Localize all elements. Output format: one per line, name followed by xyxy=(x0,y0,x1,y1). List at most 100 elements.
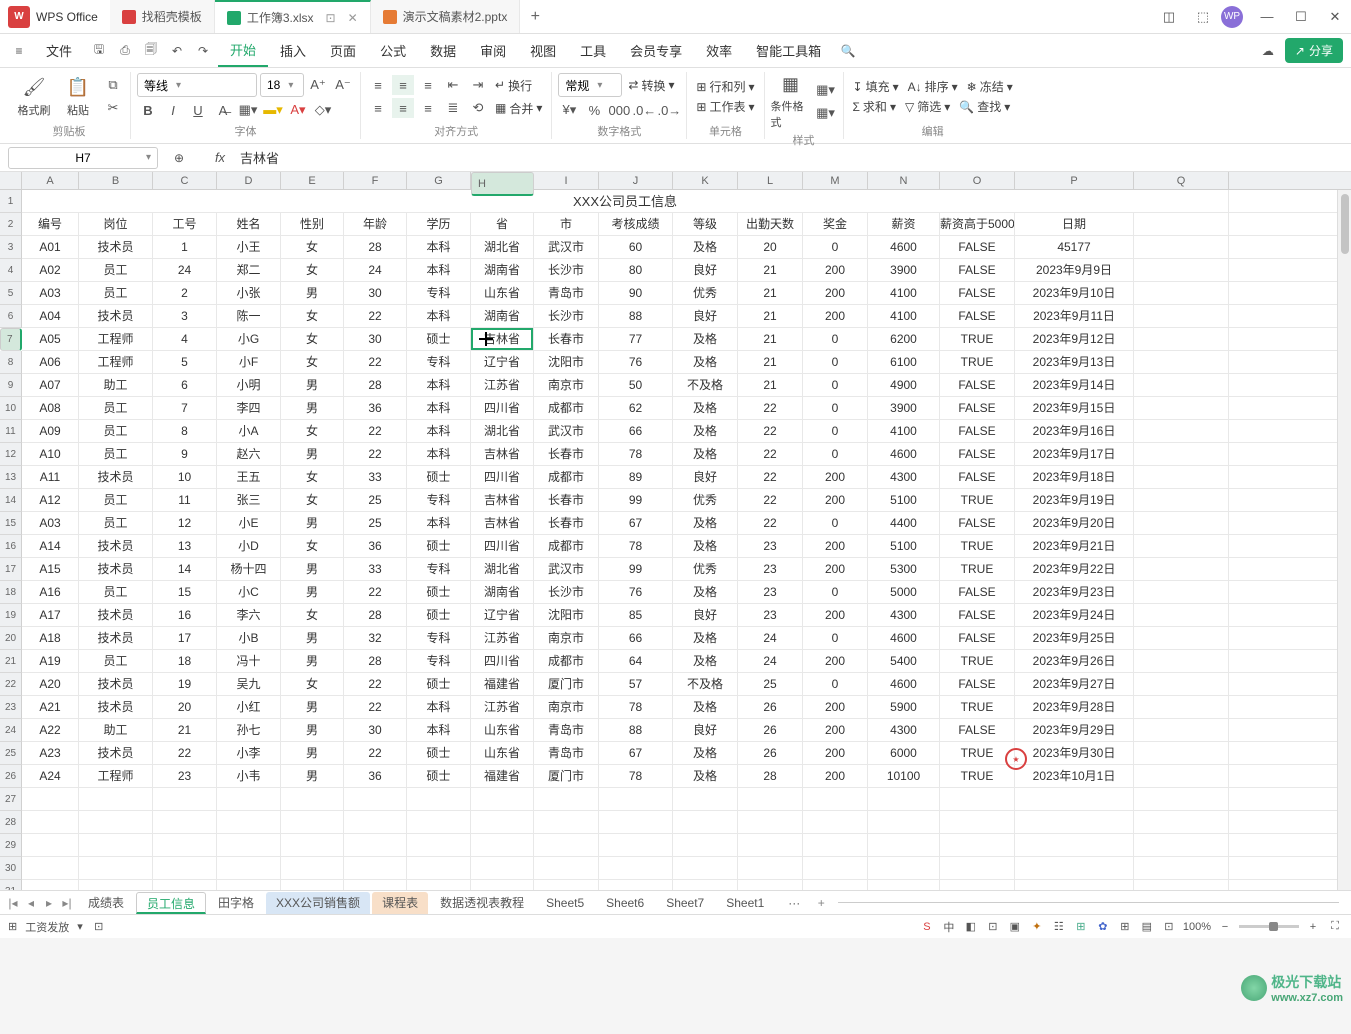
sb-icon-4[interactable]: ✦ xyxy=(1029,919,1045,935)
cell[interactable]: 33 xyxy=(344,558,407,580)
row-header[interactable]: 4 xyxy=(0,259,22,282)
zoom-in-icon[interactable]: + xyxy=(1305,919,1321,935)
column-header[interactable]: G xyxy=(407,172,471,189)
document-tab[interactable]: 找稻壳模板 xyxy=(110,0,215,33)
cell[interactable]: 及格 xyxy=(673,443,738,465)
new-tab-button[interactable]: + xyxy=(520,8,550,26)
select-all-corner[interactable] xyxy=(0,172,22,189)
sheet-tab[interactable]: Sheet1 xyxy=(716,892,774,914)
header-cell[interactable]: 考核成绩 xyxy=(599,213,673,235)
cell[interactable]: 64 xyxy=(599,650,673,672)
cell[interactable]: TRUE xyxy=(940,351,1015,373)
column-header[interactable]: M xyxy=(803,172,868,189)
cell[interactable]: 21 xyxy=(738,328,803,350)
cell[interactable] xyxy=(281,811,344,833)
cell[interactable]: 4300 xyxy=(868,719,940,741)
row-header[interactable]: 30 xyxy=(0,857,22,880)
cell[interactable] xyxy=(673,811,738,833)
header-cell[interactable]: 编号 xyxy=(22,213,79,235)
cell[interactable] xyxy=(153,857,217,879)
cell[interactable]: 女 xyxy=(281,259,344,281)
sum-button[interactable]: Σ求和▾ xyxy=(850,98,899,115)
cell[interactable]: 90 xyxy=(599,282,673,304)
cell[interactable]: 员工 xyxy=(79,420,153,442)
cell[interactable]: 江苏省 xyxy=(471,374,534,396)
cell[interactable]: 本科 xyxy=(407,719,471,741)
cell[interactable]: 6200 xyxy=(868,328,940,350)
cell[interactable]: 工程师 xyxy=(79,351,153,373)
cell[interactable] xyxy=(1134,420,1229,442)
cell[interactable]: 技术员 xyxy=(79,466,153,488)
cell[interactable]: 长沙市 xyxy=(534,305,599,327)
cell[interactable]: 66 xyxy=(599,420,673,442)
cell[interactable]: 男 xyxy=(281,581,344,603)
cell[interactable]: A12 xyxy=(22,489,79,511)
cell[interactable]: 23 xyxy=(738,604,803,626)
cell[interactable] xyxy=(79,857,153,879)
cell[interactable]: 22 xyxy=(738,489,803,511)
cell[interactable] xyxy=(1015,834,1134,856)
cell[interactable]: 66 xyxy=(599,627,673,649)
cell[interactable]: 硕士 xyxy=(407,604,471,626)
cell[interactable]: 36 xyxy=(344,397,407,419)
cell[interactable]: 及格 xyxy=(673,765,738,787)
font-name-select[interactable]: 等线▾ xyxy=(137,73,257,97)
cell[interactable] xyxy=(407,834,471,856)
sheet-more-button[interactable]: ··· xyxy=(778,892,810,914)
row-header[interactable]: 13 xyxy=(0,466,22,489)
align-middle-icon[interactable]: ≡ xyxy=(392,75,414,95)
cell[interactable]: A16 xyxy=(22,581,79,603)
cell[interactable]: 男 xyxy=(281,627,344,649)
clear-format-icon[interactable]: ◇▾ xyxy=(312,100,334,120)
cell[interactable]: FALSE xyxy=(940,581,1015,603)
cell[interactable]: 成都市 xyxy=(534,397,599,419)
cell[interactable]: A07 xyxy=(22,374,79,396)
paste-button[interactable]: 📋粘贴 xyxy=(58,76,98,118)
cell[interactable]: 0 xyxy=(803,374,868,396)
cell[interactable]: 22 xyxy=(344,420,407,442)
cell[interactable] xyxy=(1134,535,1229,557)
cell[interactable] xyxy=(1134,213,1229,235)
cell[interactable] xyxy=(1134,627,1229,649)
row-header[interactable]: 5 xyxy=(0,282,22,305)
cell[interactable] xyxy=(534,880,599,890)
cell[interactable]: 3900 xyxy=(868,259,940,281)
cell[interactable] xyxy=(738,857,803,879)
cell[interactable]: 21 xyxy=(738,259,803,281)
sb-icon-5[interactable]: ☷ xyxy=(1051,919,1067,935)
cell[interactable]: 2023年9月20日 xyxy=(1015,512,1134,534)
decimal-decrease-icon[interactable]: .0→ xyxy=(658,100,680,120)
sb-icon-7[interactable]: ✿ xyxy=(1095,919,1111,935)
number-format-select[interactable]: 常规▾ xyxy=(558,73,622,97)
cell[interactable] xyxy=(407,880,471,890)
redo-icon[interactable]: ↷ xyxy=(192,40,214,62)
save-icon[interactable]: 🖫 xyxy=(88,40,110,62)
cell[interactable]: 11 xyxy=(153,489,217,511)
cell[interactable]: 本科 xyxy=(407,305,471,327)
cell[interactable]: FALSE xyxy=(940,397,1015,419)
cell[interactable]: 200 xyxy=(803,604,868,626)
align-center-icon[interactable]: ≡ xyxy=(392,98,414,118)
cell[interactable] xyxy=(217,788,281,810)
cell[interactable]: A23 xyxy=(22,742,79,764)
cell[interactable]: 本科 xyxy=(407,696,471,718)
cell[interactable]: 青岛市 xyxy=(534,282,599,304)
cell[interactable]: 16 xyxy=(153,604,217,626)
cell[interactable]: 女 xyxy=(281,420,344,442)
cell[interactable]: 21 xyxy=(153,719,217,741)
cell[interactable]: 及格 xyxy=(673,696,738,718)
cell[interactable]: 成都市 xyxy=(534,650,599,672)
cell[interactable]: 硕士 xyxy=(407,466,471,488)
cell[interactable]: 14 xyxy=(153,558,217,580)
title-cell[interactable]: XXX公司员工信息 xyxy=(22,190,1229,212)
cell[interactable]: 76 xyxy=(599,351,673,373)
bold-icon[interactable]: B xyxy=(137,100,159,120)
cell[interactable] xyxy=(1134,719,1229,741)
row-header[interactable]: 27 xyxy=(0,788,22,811)
cell[interactable]: 小F xyxy=(217,351,281,373)
cell[interactable]: 男 xyxy=(281,558,344,580)
sb-icon-1[interactable]: ◧ xyxy=(963,919,979,935)
cell[interactable]: 员工 xyxy=(79,650,153,672)
cell[interactable] xyxy=(1134,604,1229,626)
cell[interactable]: 77 xyxy=(599,328,673,350)
